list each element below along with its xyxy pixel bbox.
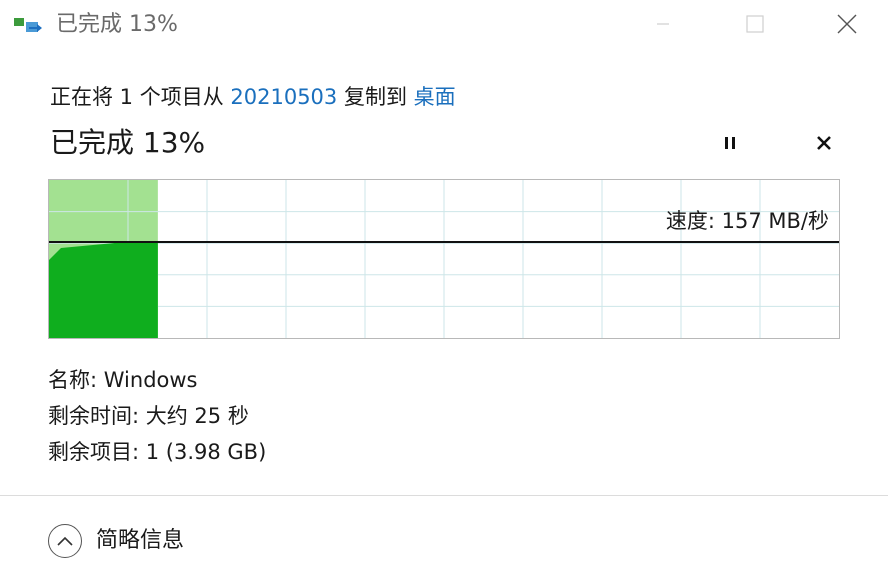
time-remaining: 剩余时间: 大约 25 秒 xyxy=(48,404,249,428)
speed-graph-canvas xyxy=(49,180,839,338)
item-name: 名称: Windows xyxy=(48,368,198,392)
copy-middle-text: 复制到 xyxy=(337,85,414,109)
window-title: 已完成 13% xyxy=(56,12,178,37)
maximize-button[interactable] xyxy=(732,0,778,52)
destination-folder-link[interactable]: 桌面 xyxy=(414,85,456,109)
progress-title: 已完成 13% xyxy=(50,126,206,159)
close-icon xyxy=(815,134,833,156)
footer: 简略信息 xyxy=(0,496,888,578)
speed-graph: 速度: 157 MB/秒 xyxy=(48,179,840,339)
source-folder-link[interactable]: 20210503 xyxy=(230,85,337,109)
cancel-button[interactable] xyxy=(806,128,842,162)
speed-area xyxy=(49,242,158,338)
copy-description: 正在将 1 个项目从 20210503 复制到 桌面 xyxy=(50,82,456,112)
minimize-button[interactable] xyxy=(640,0,686,52)
title-bar: 已完成 13% xyxy=(0,0,888,52)
copy-prefix-text: 正在将 1 个项目从 xyxy=(50,85,231,109)
pause-button[interactable] xyxy=(712,128,748,162)
items-remaining: 剩余项目: 1 (3.98 GB) xyxy=(48,440,267,464)
minimize-icon xyxy=(655,16,671,36)
close-icon xyxy=(836,13,858,39)
speed-label: 速度: 157 MB/秒 xyxy=(665,209,829,233)
details-panel: 名称: Windows 剩余时间: 大约 25 秒 剩余项目: 1 (3.98 … xyxy=(48,362,266,470)
maximize-icon xyxy=(745,14,765,38)
close-button[interactable] xyxy=(824,0,870,52)
less-info-button[interactable]: 简略信息 xyxy=(48,524,184,558)
chevron-up-icon xyxy=(48,524,82,558)
copy-file-icon xyxy=(14,14,44,38)
pause-icon xyxy=(722,135,738,155)
less-info-label: 简略信息 xyxy=(96,528,185,553)
